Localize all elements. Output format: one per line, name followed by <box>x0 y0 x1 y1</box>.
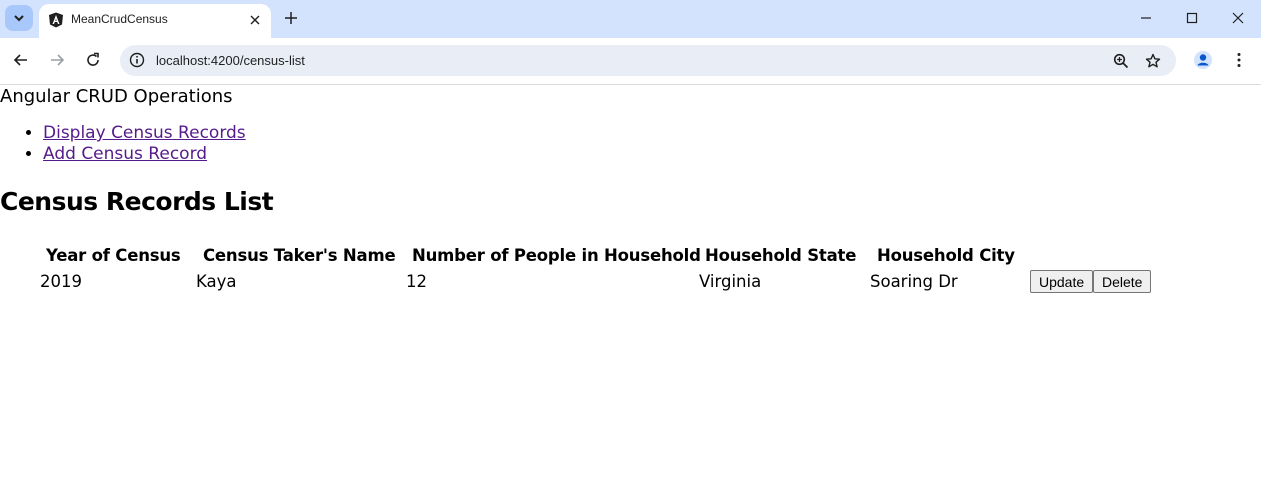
chevron-down-icon <box>14 15 24 22</box>
url-text: localhost:4200/census-list <box>156 53 305 68</box>
close-icon <box>250 15 260 25</box>
cell-city: Soaring Dr <box>870 272 958 291</box>
profile-button[interactable] <box>1190 47 1216 73</box>
close-window-button[interactable] <box>1215 0 1261 36</box>
page-heading: Census Records List <box>0 187 274 216</box>
app-nav: Display Census Records Add Census Record <box>0 123 246 165</box>
star-icon <box>1145 53 1161 68</box>
back-button[interactable] <box>8 47 34 73</box>
zoom-in-icon <box>1113 53 1129 69</box>
column-header-city: Household City <box>877 246 1015 265</box>
tab-search-button[interactable] <box>5 5 33 31</box>
maximize-icon <box>1186 12 1198 24</box>
avatar-icon <box>1194 51 1212 69</box>
arrow-right-icon <box>51 54 65 66</box>
column-header-year: Year of Census <box>46 246 181 265</box>
info-icon <box>129 52 145 68</box>
site-info-button[interactable] <box>128 51 146 69</box>
cell-taker: Kaya <box>196 272 237 291</box>
cell-year: 2019 <box>40 272 82 291</box>
app-title: Angular CRUD Operations <box>0 86 233 107</box>
nav-item: Add Census Record <box>43 144 246 165</box>
close-icon <box>1232 12 1244 24</box>
angular-logo-icon <box>49 12 63 28</box>
address-bar[interactable]: localhost:4200/census-list <box>120 45 1176 76</box>
browser-tab-active[interactable]: MeanCrudCensus <box>39 4 271 38</box>
tab-title: MeanCrudCensus <box>71 12 168 26</box>
minimize-window-button[interactable] <box>1123 0 1169 36</box>
column-header-state: Household State <box>705 246 857 265</box>
column-header-people: Number of People in Household <box>412 246 701 265</box>
forward-button[interactable] <box>44 47 70 73</box>
reload-icon <box>87 52 99 66</box>
page-content: Angular CRUD Operations Display Census R… <box>0 85 1261 484</box>
zoom-button[interactable] <box>1110 50 1132 72</box>
add-census-record-link[interactable]: Add Census Record <box>43 144 207 164</box>
nav-item: Display Census Records <box>43 123 246 144</box>
bookmark-button[interactable] <box>1142 50 1164 72</box>
new-tab-button[interactable] <box>280 7 302 29</box>
minimize-icon <box>1141 17 1151 19</box>
arrow-left-icon <box>13 54 27 66</box>
column-header-taker: Census Taker's Name <box>203 246 396 265</box>
display-census-records-link[interactable]: Display Census Records <box>43 123 246 143</box>
maximize-window-button[interactable] <box>1169 0 1215 36</box>
browser-menu-button[interactable] <box>1226 47 1252 73</box>
browser-toolbar: localhost:4200/census-list <box>0 38 1261 84</box>
update-button[interactable]: Update <box>1030 270 1094 293</box>
delete-button[interactable]: Delete <box>1093 270 1152 293</box>
reload-button[interactable] <box>80 47 106 73</box>
plus-icon <box>285 12 297 24</box>
cell-state: Virginia <box>699 272 762 291</box>
browser-tab-strip: MeanCrudCensus <box>0 0 1261 38</box>
tab-close-button[interactable] <box>245 10 265 30</box>
cell-people: 12 <box>406 272 427 291</box>
more-vertical-icon <box>1237 53 1241 67</box>
